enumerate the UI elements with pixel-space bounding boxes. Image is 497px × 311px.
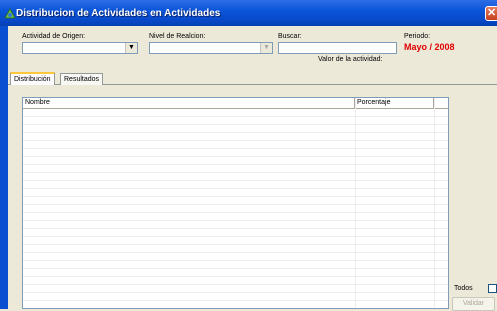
periodo-label: Periodo: <box>404 33 431 40</box>
window-border <box>0 26 8 309</box>
table-row[interactable] <box>23 205 448 213</box>
search-input[interactable] <box>278 42 397 54</box>
table-row[interactable] <box>23 133 448 141</box>
table-row[interactable] <box>23 173 448 181</box>
table-row[interactable] <box>23 277 448 285</box>
table-row[interactable] <box>23 141 448 149</box>
todos-label: Todos <box>454 285 473 292</box>
table-row[interactable] <box>23 245 448 253</box>
nivel-relacion-select[interactable]: ▼ <box>149 42 273 54</box>
column-divider <box>355 98 356 308</box>
window-title: Distribucion de Actividades en Actividad… <box>16 8 221 19</box>
title-bar: Distribucion de Actividades en Actividad… <box>0 0 497 26</box>
actividad-origen-select[interactable]: ▼ <box>22 42 138 54</box>
table-row[interactable] <box>23 117 448 125</box>
table-row[interactable] <box>23 181 448 189</box>
valor-actividad-label: Valor de la actividad: <box>318 56 383 63</box>
actividad-origen-label: Actividad de Origen: <box>22 33 86 40</box>
tab-distribucion[interactable]: Distribución <box>10 72 55 85</box>
table-row[interactable] <box>23 125 448 133</box>
table-row[interactable] <box>23 253 448 261</box>
table-row[interactable] <box>23 109 448 117</box>
nivel-relacion-label: Nivel de Realcion: <box>149 33 206 40</box>
tab-resultados[interactable]: Resultados <box>60 73 104 85</box>
chevron-down-icon[interactable]: ▼ <box>260 43 272 53</box>
column-header-nombre[interactable]: Nombre <box>23 98 355 108</box>
close-icon: ✕ <box>487 7 497 19</box>
app-icon <box>4 8 16 19</box>
table-row[interactable] <box>23 221 448 229</box>
periodo-value: Mayo / 2008 <box>404 42 455 52</box>
data-grid[interactable]: Nombre Porcentaje <box>22 97 449 309</box>
table-row[interactable] <box>23 285 448 293</box>
column-header-porcentaje[interactable]: Porcentaje <box>355 98 434 108</box>
table-row[interactable] <box>23 157 448 165</box>
table-row[interactable] <box>23 149 448 157</box>
table-row[interactable] <box>23 165 448 173</box>
table-row[interactable] <box>23 269 448 277</box>
table-row[interactable] <box>23 189 448 197</box>
todos-checkbox[interactable] <box>488 284 497 293</box>
chevron-down-icon[interactable]: ▼ <box>125 43 137 53</box>
table-row[interactable] <box>23 237 448 245</box>
column-header-extra <box>434 98 448 108</box>
close-button[interactable]: ✕ <box>485 6 497 21</box>
column-divider <box>434 98 435 308</box>
table-row[interactable] <box>23 261 448 269</box>
grid-header: Nombre Porcentaje <box>23 98 448 109</box>
table-row[interactable] <box>23 197 448 205</box>
table-row[interactable] <box>23 293 448 301</box>
buscar-label: Buscar: <box>278 33 302 40</box>
table-row[interactable] <box>23 301 448 308</box>
table-row[interactable] <box>23 229 448 237</box>
table-row[interactable] <box>23 213 448 221</box>
